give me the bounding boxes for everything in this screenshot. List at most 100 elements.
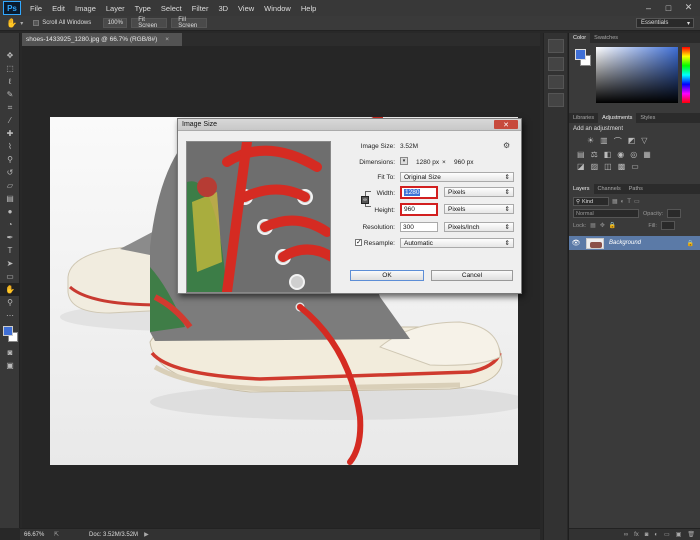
healing-brush-tool-icon[interactable]: ✚ — [0, 127, 20, 140]
tab-color[interactable]: Color — [569, 33, 591, 43]
hand-tool-icon[interactable]: ✋ — [6, 18, 17, 29]
type-tool-icon[interactable]: T — [0, 244, 20, 257]
zoom-readout[interactable]: 66.67% — [24, 532, 52, 538]
history-brush-tool-icon[interactable]: ↺ — [0, 166, 20, 179]
eraser-tool-icon[interactable]: ▱ — [0, 179, 20, 192]
threshold-icon[interactable]: ◫ — [604, 162, 612, 171]
quick-select-tool-icon[interactable]: ✎ — [0, 88, 20, 101]
eye-icon[interactable]: 👁 — [569, 239, 583, 247]
dialog-close-button[interactable]: ✕ — [494, 120, 518, 129]
pen-tool-icon[interactable]: ✒ — [0, 231, 20, 244]
maximize-button[interactable]: □ — [659, 1, 678, 14]
tab-libraries[interactable]: Libraries — [569, 113, 598, 123]
share-icon[interactable]: ⇱ — [54, 531, 59, 538]
clone-stamp-tool-icon[interactable]: ⚲ — [0, 153, 20, 166]
link-layers-icon[interactable]: ∞ — [624, 532, 628, 538]
tab-styles[interactable]: Styles — [636, 113, 659, 123]
foreground-color-swatch[interactable] — [3, 326, 13, 336]
menu-image[interactable]: Image — [70, 4, 101, 13]
posterize-icon[interactable]: ▨ — [591, 162, 599, 171]
levels-icon[interactable]: ▥ — [600, 136, 608, 147]
fill-input[interactable] — [660, 221, 675, 230]
menu-3d[interactable]: 3D — [213, 4, 233, 13]
menu-edit[interactable]: Edit — [47, 4, 70, 13]
new-layer-icon[interactable]: ▣ — [676, 531, 682, 538]
resample-checkbox[interactable]: ✓ — [355, 239, 362, 246]
tab-layers[interactable]: Layers — [569, 184, 594, 194]
fg-color-chip[interactable] — [575, 49, 586, 60]
tool-preset-arrow-icon[interactable]: ▾ — [20, 20, 23, 27]
blur-tool-icon[interactable]: ● — [0, 205, 20, 218]
filter-pixel-icon[interactable]: ▦ — [612, 198, 618, 205]
opacity-input[interactable] — [667, 209, 682, 218]
fx-icon[interactable]: fx — [634, 532, 639, 538]
photo-filter-icon[interactable]: ◉ — [617, 150, 624, 159]
cancel-button[interactable]: Cancel — [431, 270, 513, 281]
menu-help[interactable]: Help — [296, 4, 321, 13]
resample-select[interactable]: Automatic ⇕ — [400, 238, 514, 248]
menu-view[interactable]: View — [233, 4, 259, 13]
hue-saturation-icon[interactable]: ▤ — [577, 150, 585, 159]
marquee-tool-icon[interactable]: ⬚ — [0, 62, 20, 75]
constrain-proportions-link-icon[interactable]: ∞ — [361, 196, 369, 204]
tab-adjustments[interactable]: Adjustments — [598, 113, 637, 123]
workspace-switcher[interactable]: Essentials ▾ — [636, 18, 694, 28]
lock-position-icon[interactable]: ✥ — [600, 222, 605, 229]
filter-shape-icon[interactable]: ▭ — [634, 198, 640, 205]
crop-tool-icon[interactable]: ⌗ — [0, 101, 20, 114]
brightness-icon[interactable]: ☀ — [587, 136, 594, 147]
tab-swatches[interactable]: Swatches — [590, 33, 622, 43]
exposure-icon[interactable]: ◩ — [628, 136, 636, 147]
actions-panel-icon[interactable] — [547, 93, 564, 107]
gradient-map-icon[interactable]: ▭ — [631, 162, 639, 171]
height-input[interactable]: 960 — [400, 203, 438, 216]
add-mask-icon[interactable]: ◙ — [645, 532, 649, 538]
close-tab-icon[interactable]: × — [165, 36, 169, 43]
path-select-tool-icon[interactable]: ➤ — [0, 257, 20, 270]
tab-paths[interactable]: Paths — [625, 184, 647, 194]
selective-color-icon[interactable]: ▩ — [618, 162, 626, 171]
zoom-100-button[interactable]: 100% — [103, 18, 128, 28]
lasso-tool-icon[interactable]: ℓ — [0, 75, 20, 88]
properties-panel-icon[interactable] — [547, 57, 564, 71]
color-balance-icon[interactable]: ⚖ — [591, 150, 598, 159]
shape-tool-icon[interactable]: ▭ — [0, 270, 20, 283]
close-window-button[interactable]: ✕ — [679, 1, 698, 14]
resolution-unit-select[interactable]: Pixels/Inch ⇕ — [444, 222, 514, 232]
width-input[interactable]: 1280 — [400, 186, 438, 199]
new-group-icon[interactable]: ▭ — [664, 531, 670, 538]
zoom-tool-icon[interactable]: ⚲ — [0, 296, 20, 309]
eyedropper-tool-icon[interactable]: ⁄ — [0, 114, 20, 127]
image-preview[interactable] — [186, 141, 331, 293]
color-swatches[interactable] — [0, 324, 19, 346]
channel-mixer-icon[interactable]: ◎ — [630, 150, 637, 159]
lock-pixels-icon[interactable]: ▦ — [590, 222, 596, 229]
minimize-button[interactable]: – — [639, 1, 658, 14]
curves-icon[interactable]: ⌒ — [614, 136, 622, 147]
menu-window[interactable]: Window — [259, 4, 296, 13]
dialog-title-bar[interactable]: Image Size — [178, 119, 521, 131]
dodge-tool-icon[interactable]: ◔ — [0, 218, 20, 231]
tab-channels[interactable]: Channels — [594, 184, 625, 194]
menu-type[interactable]: Type — [130, 4, 156, 13]
info-panel-icon[interactable] — [547, 75, 564, 89]
fill-screen-button[interactable]: Fill Screen — [171, 17, 208, 29]
blend-mode-select[interactable]: Normal — [573, 209, 639, 218]
menu-file[interactable]: File — [25, 4, 47, 13]
color-lookup-icon[interactable]: ▦ — [643, 150, 651, 159]
lock-all-icon[interactable]: 🔒 — [609, 222, 616, 229]
hand-tool-icon[interactable]: ✋ — [0, 283, 20, 296]
gradient-tool-icon[interactable]: ▤ — [0, 192, 20, 205]
height-unit-select[interactable]: Pixels ⇕ — [444, 204, 514, 214]
scroll-all-checkbox[interactable] — [33, 20, 40, 26]
menu-layer[interactable]: Layer — [101, 4, 130, 13]
vibrance-icon[interactable]: ▽ — [641, 136, 647, 147]
gear-icon[interactable]: ⚙ — [503, 141, 510, 150]
history-panel-icon[interactable] — [547, 39, 564, 53]
screen-mode-icon[interactable]: ▣ — [0, 359, 20, 372]
menu-filter[interactable]: Filter — [187, 4, 214, 13]
fit-screen-button[interactable]: Fit Screen — [131, 17, 168, 29]
menu-select[interactable]: Select — [156, 4, 187, 13]
document-tab[interactable]: shoes-1433925_1280.jpg @ 66.7% (RGB/8#) … — [22, 33, 182, 46]
new-adjustment-icon[interactable]: ◐ — [654, 532, 658, 538]
